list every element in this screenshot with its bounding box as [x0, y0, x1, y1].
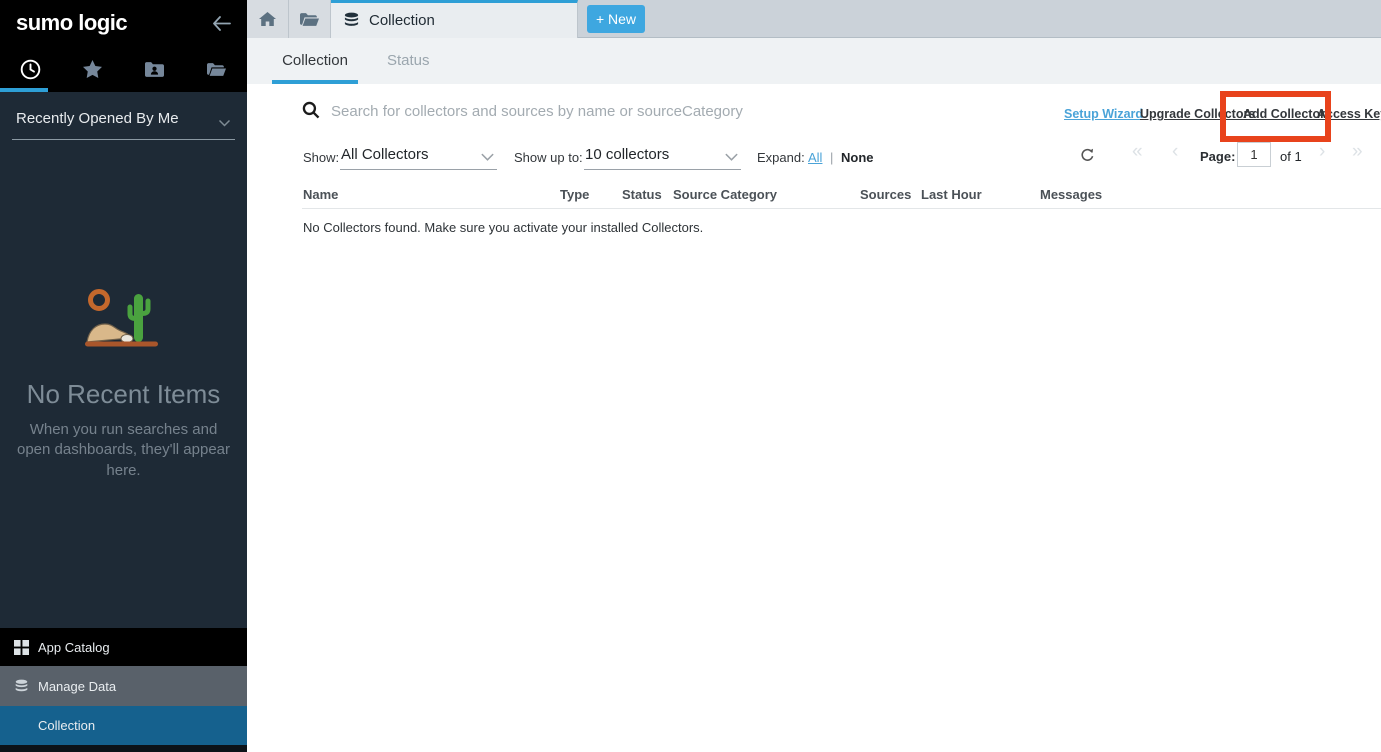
star-icon — [83, 60, 102, 78]
setup-wizard-link[interactable]: Setup Wizard — [1064, 107, 1143, 121]
new-button[interactable]: + New — [587, 5, 645, 33]
new-button-label: + New — [596, 11, 636, 27]
page-tabs: Collection Status — [247, 38, 1381, 84]
expand-label: Expand: — [757, 150, 805, 165]
refresh-button[interactable] — [1080, 147, 1095, 168]
pagination-last-button[interactable]: » — [1352, 141, 1363, 163]
library-button[interactable] — [289, 0, 331, 38]
chevron-down-icon[interactable] — [724, 153, 739, 162]
shared-folder-icon — [145, 62, 164, 77]
show-filter-dropdown[interactable]: All Collectors — [341, 146, 429, 163]
sidebar-bottom-nav: App Catalog Manage Data Collection — [0, 628, 247, 752]
main-area: Collection + New Collection Status Setup… — [247, 0, 1381, 752]
refresh-icon — [1080, 147, 1095, 163]
collapse-sidebar-button[interactable] — [212, 16, 231, 31]
sidebar-item-collection[interactable]: Collection — [0, 706, 247, 745]
show-filter-label: Show: — [303, 150, 339, 165]
column-header-status[interactable]: Status — [622, 187, 662, 202]
library-tabs — [0, 46, 247, 92]
sidebar-item-label: Manage Data — [38, 679, 116, 694]
dropdown-underline — [584, 169, 741, 170]
pagination-prev-button[interactable]: ‹ — [1172, 141, 1178, 163]
empty-state-title: No Recent Items — [0, 379, 247, 410]
sidebar-item-app-catalog[interactable]: App Catalog — [0, 628, 247, 666]
clock-icon — [20, 59, 41, 80]
limit-filter-dropdown[interactable]: 10 collectors — [585, 146, 669, 163]
column-header-type[interactable]: Type — [560, 187, 589, 202]
chevron-down-icon — [218, 119, 231, 127]
app-grid-icon — [14, 640, 29, 655]
back-arrow-icon — [212, 16, 231, 31]
sidebar-item-label: App Catalog — [38, 640, 110, 655]
page-count-label: of 1 — [1280, 149, 1302, 164]
empty-state-description: When you run searches and open dashboard… — [15, 420, 233, 481]
limit-filter-label: Show up to: — [514, 150, 583, 165]
column-header-name[interactable]: Name — [303, 187, 338, 202]
recently-opened-label: Recently Opened By Me — [16, 110, 179, 127]
table-header-divider — [302, 208, 1381, 209]
search-icon — [302, 101, 320, 119]
search-input[interactable] — [331, 98, 941, 124]
column-header-source-category[interactable]: Source Category — [673, 187, 777, 202]
page-label: Page: — [1200, 149, 1235, 164]
sidebar-item-label: Collection — [38, 718, 95, 733]
tab-label: Status — [387, 52, 430, 69]
add-collector-link[interactable]: Add Collector — [1243, 107, 1325, 121]
table-empty-message: No Collectors found. Make sure you activ… — [303, 220, 703, 235]
expand-all-link[interactable]: All — [808, 150, 822, 165]
sidebar-nav-spacer — [0, 745, 247, 752]
tab-collection[interactable]: Collection — [272, 38, 358, 84]
active-tab-underline — [272, 80, 358, 84]
home-button[interactable] — [247, 0, 289, 38]
logo-bar: sumo logic — [0, 0, 247, 46]
column-header-messages[interactable]: Messages — [1040, 187, 1102, 202]
desert-illustration — [85, 288, 163, 352]
tab-shared-content[interactable] — [124, 46, 186, 92]
chevron-down-icon[interactable] — [480, 153, 495, 162]
tab-favorites[interactable] — [62, 46, 124, 92]
page-number-input[interactable] — [1237, 142, 1271, 167]
database-icon — [343, 12, 360, 29]
recently-opened-dropdown[interactable]: Recently Opened By Me — [12, 92, 235, 140]
open-folder-icon — [207, 62, 226, 77]
column-header-last-hour[interactable]: Last Hour — [921, 187, 982, 202]
pagination-first-button[interactable]: « — [1132, 141, 1143, 163]
expand-none-link[interactable]: None — [841, 150, 874, 165]
tab-folders[interactable] — [185, 46, 247, 92]
pagination-next-button[interactable]: › — [1319, 141, 1325, 163]
sidebar-item-manage-data[interactable]: Manage Data — [0, 666, 247, 706]
window-tab-collection[interactable]: Collection — [331, 0, 578, 38]
sumo-logic-logo: sumo logic — [16, 10, 127, 36]
dropdown-underline — [340, 169, 497, 170]
window-tab-label: Collection — [369, 12, 435, 29]
window-tab-strip: Collection + New — [247, 0, 1381, 38]
tab-label: Collection — [282, 52, 348, 69]
access-keys-link[interactable]: Access Keys — [1317, 107, 1381, 121]
tab-recents[interactable] — [0, 46, 62, 92]
database-icon — [14, 679, 29, 694]
home-icon — [259, 12, 276, 27]
open-folder-icon — [300, 12, 319, 27]
upgrade-collectors-link[interactable]: Upgrade Collectors — [1140, 107, 1255, 121]
sumo-logic-app: sumo logic Recently Opened By Me — [0, 0, 1381, 752]
tab-status[interactable]: Status — [387, 38, 430, 84]
sidebar-empty-state: No Recent Items When you run searches an… — [0, 288, 247, 481]
sidebar: sumo logic Recently Opened By Me — [0, 0, 247, 752]
expand-separator: | — [830, 150, 833, 165]
column-header-sources[interactable]: Sources — [860, 187, 911, 202]
